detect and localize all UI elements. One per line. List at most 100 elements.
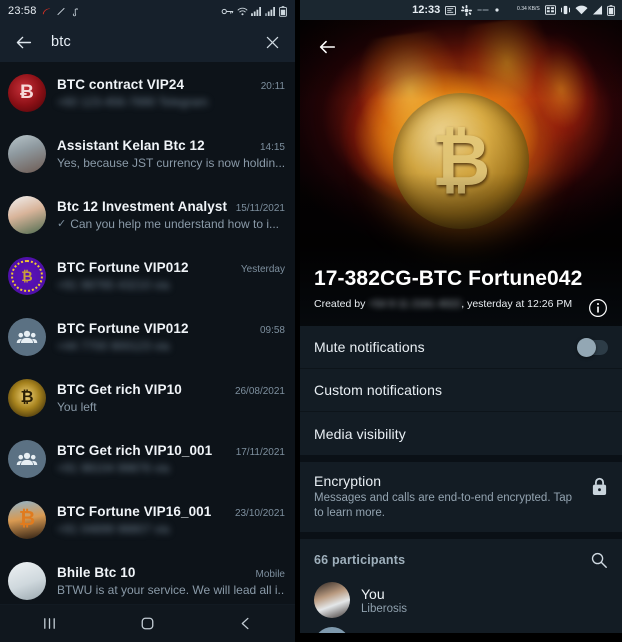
chat-results-list[interactable]: Ƀ BTC contract VIP24 20:11 +60 123-456-7…	[0, 62, 295, 604]
chat-preview: BTWU is at your service. We will lead al…	[57, 582, 285, 597]
chat-preview: You left	[57, 399, 97, 414]
avatar[interactable]	[8, 134, 46, 173]
btc-symbol-icon: ₿	[20, 388, 34, 406]
list-item-header: BTC Fortune VIP012 Yesterday	[57, 260, 285, 275]
vibrate-icon	[560, 5, 571, 15]
left-status-bar: 23:58	[0, 0, 295, 22]
row-label-wrap: Mute notifications	[314, 339, 568, 355]
android-nav-bar[interactable]	[0, 604, 295, 642]
btc-symbol-icon: ₿	[21, 267, 33, 284]
participant-text: You Liberosis	[361, 586, 407, 615]
chat-preview: +91 98765 43210 via	[57, 277, 170, 292]
home-button-icon[interactable]	[117, 605, 177, 642]
encryption-section[interactable]: Encryption Messages and calls are end-to…	[300, 462, 622, 533]
row-subtitle: Messages and calls are end-to-end encryp…	[314, 492, 573, 520]
hero-meta-row: Created by +54 9 11 2161 4022, yesterday…	[314, 297, 608, 318]
group-settings-body[interactable]: Mute notifications Custom notifications …	[300, 326, 622, 642]
search-input[interactable]: btc	[51, 34, 246, 50]
avatar[interactable]	[8, 439, 46, 478]
battery-icon	[607, 4, 615, 16]
list-item-body: BTC Fortune VIP012 Yesterday +91 98765 4…	[57, 260, 285, 292]
list-item-header: Bhile Btc 10 Mobile	[57, 565, 285, 580]
sim-icon	[545, 5, 556, 15]
avatar[interactable]: ₿	[8, 256, 46, 295]
created-by-suffix: , yesterday at 12:26 PM	[461, 298, 573, 310]
back-arrow-icon[interactable]	[312, 32, 342, 62]
list-item[interactable]: ₿ BTC Fortune VIP012 Yesterday +91 98765…	[0, 245, 295, 306]
chat-preview: +44 7700 900123 via	[57, 338, 170, 353]
battery-icon	[279, 5, 287, 17]
avatar[interactable]	[314, 582, 350, 619]
chat-time: 14:15	[259, 141, 285, 153]
row-label-wrap: Media visibility	[314, 426, 608, 442]
page-title: 17-382CG-BTC Fortune042	[314, 267, 583, 291]
list-item[interactable]: Btc 12 Investment Analyst 15/11/2021 ✓ C…	[0, 184, 295, 245]
avatar[interactable]: ₿	[8, 500, 46, 539]
status-right-group: 0.34 KB/S	[516, 4, 615, 16]
row-title: Custom notifications	[314, 382, 443, 398]
right-phone-panel: 12:33 0.34 KB/S 17-382CG-BTC Fortune042 …	[300, 0, 622, 642]
list-item-body: BTC Fortune VIP012 09:58 +44 7700 900123…	[57, 321, 285, 353]
row-custom-notifications[interactable]: Custom notifications	[300, 369, 622, 412]
back-arrow-icon[interactable]	[14, 33, 33, 52]
list-item-body: BTC Fortune VIP16_001 23/10/2021 +91 048…	[57, 504, 285, 536]
avatar[interactable]: ₿	[8, 378, 46, 417]
avatar[interactable]	[8, 561, 46, 600]
row-title: Mute notifications	[314, 339, 425, 355]
right-status-bar: 12:33 0.34 KB/S	[300, 0, 622, 20]
chat-title: BTC Get rich VIP10_001	[57, 442, 213, 458]
section-divider	[300, 532, 622, 540]
list-item[interactable]: BTC Fortune VIP012 09:58 +44 7700 900123…	[0, 306, 295, 367]
list-item[interactable]: ₿ BTC Fortune VIP16_001 23/10/2021 +91 0…	[0, 489, 295, 550]
search-bar[interactable]: btc	[0, 22, 295, 62]
dual-phone-screenshot: 23:58 btc Ƀ BTC contract VIP24 20:11 +60…	[0, 0, 622, 642]
chat-preview-wrap: ✓ Can you help me understand how to i...	[57, 217, 285, 231]
row-title: Encryption	[314, 473, 382, 489]
row-media-visibility[interactable]: Media visibility	[300, 412, 622, 455]
info-icon[interactable]	[588, 298, 608, 318]
left-phone-panel: 23:58 btc Ƀ BTC contract VIP24 20:11 +60…	[0, 0, 295, 642]
list-item-header: BTC Get rich VIP10_001 17/11/2021	[57, 443, 285, 458]
group-people-icon	[8, 440, 46, 478]
list-item-body: Btc 12 Investment Analyst 15/11/2021 ✓ C…	[57, 199, 285, 231]
read-check-icon: ✓	[57, 218, 67, 230]
search-icon[interactable]	[590, 551, 608, 569]
wifi-icon	[237, 7, 248, 16]
row-mute-notifications[interactable]: Mute notifications	[300, 326, 622, 369]
btc-symbol-icon: ₿	[18, 508, 36, 530]
chat-preview: +91 04899 98807 via	[57, 521, 170, 536]
list-item[interactable]: Bhile Btc 10 Mobile BTWU is at your serv…	[0, 550, 295, 604]
signal-icon	[251, 6, 262, 16]
participant-row[interactable]: You Liberosis	[300, 577, 622, 625]
music-note-icon	[70, 6, 79, 17]
avatar[interactable]	[8, 195, 46, 234]
recents-button-icon[interactable]	[19, 605, 79, 642]
lock-icon	[591, 477, 608, 496]
list-item-body: BTC contract VIP24 20:11 +60 123-456-789…	[57, 77, 285, 109]
chat-title: Bhile Btc 10	[57, 564, 136, 580]
participants-section[interactable]: 66 participants You Liberosis +54 9 11 2…	[300, 539, 622, 642]
list-item-header: Btc 12 Investment Analyst 15/11/2021	[57, 199, 285, 214]
back-button-icon[interactable]	[216, 605, 276, 642]
mute-notifications-toggle[interactable]	[577, 337, 608, 357]
close-icon[interactable]	[264, 34, 281, 51]
avatar[interactable]	[8, 317, 46, 356]
list-item[interactable]: Ƀ BTC contract VIP24 20:11 +60 123-456-7…	[0, 62, 295, 123]
avatar[interactable]: Ƀ	[8, 73, 46, 112]
list-item[interactable]: Assistant Kelan Btc 12 14:15 Yes, becaus…	[0, 123, 295, 184]
chat-time: 17/11/2021	[235, 446, 285, 458]
data-rate-label: 0.34 KB/S	[517, 6, 541, 13]
row-encryption[interactable]: Encryption Messages and calls are end-to…	[300, 462, 622, 532]
list-item[interactable]: ₿ BTC Get rich VIP10 26/08/2021 You left	[0, 367, 295, 428]
list-item-header: BTC Fortune VIP012 09:58	[57, 321, 285, 336]
wifi-icon	[575, 5, 588, 15]
list-item[interactable]: BTC Get rich VIP10_001 17/11/2021 +91 98…	[0, 428, 295, 489]
participant-status: Liberosis	[361, 602, 408, 615]
chat-time: 15/11/2021	[235, 202, 285, 214]
chat-title: BTC Fortune VIP16_001	[57, 503, 212, 519]
chat-time: Yesterday	[240, 263, 285, 275]
status-right-group	[221, 5, 287, 17]
dash-icon	[477, 7, 489, 13]
chat-preview: +91 98104 99876 via	[57, 460, 170, 475]
chat-preview: Can you help me understand how to i...	[70, 216, 280, 231]
